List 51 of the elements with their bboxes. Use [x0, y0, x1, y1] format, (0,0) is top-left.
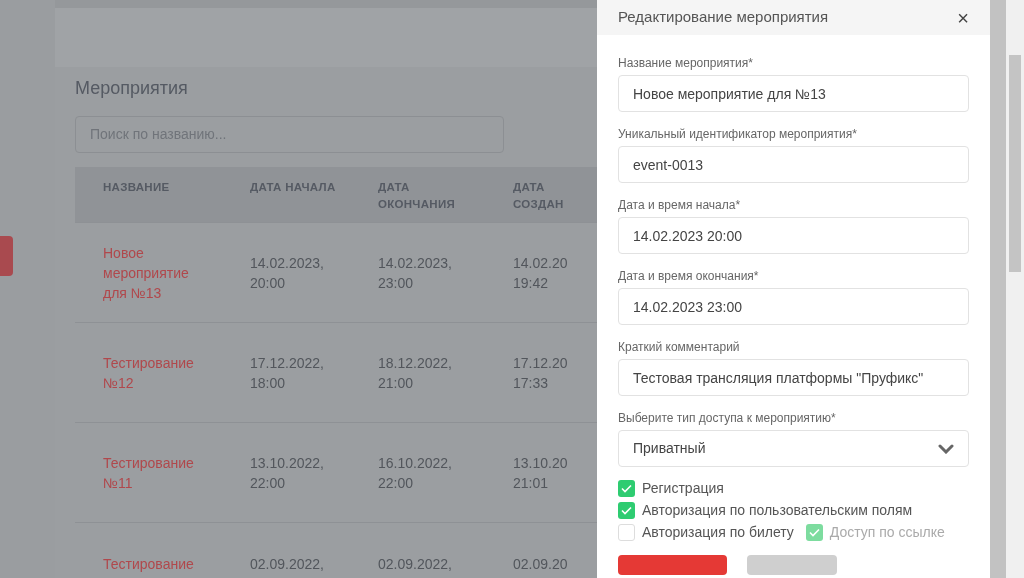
- table-cell-text: 16.10.2022, 22:00: [378, 453, 453, 493]
- column-header[interactable]: ДАТА СОЗДАН: [513, 179, 597, 222]
- table-cell-text: 02.09.2022,: [378, 555, 453, 574]
- check-icon: [621, 506, 632, 515]
- column-header[interactable]: ДАТА ОКОНЧАНИЯ: [378, 179, 513, 222]
- checkbox[interactable]: [618, 524, 635, 541]
- chevron-down-icon: [938, 443, 954, 454]
- checkbox-label: Авторизация по билету: [642, 523, 794, 542]
- checkbox[interactable]: [618, 480, 635, 497]
- field-label: Выберите тип доступа к мероприятию*: [618, 410, 837, 423]
- column-header[interactable]: ДАТА НАЧАЛА: [250, 179, 378, 222]
- checkbox[interactable]: [618, 502, 635, 519]
- input-field[interactable]: 14.02.2023 20:00: [618, 217, 969, 254]
- checkbox-label: Авторизация по пользовательским полям: [642, 501, 913, 520]
- scrollbar[interactable]: [990, 0, 1006, 578]
- table-cell-text: 14.02.2023, 20:00: [250, 253, 325, 293]
- table-cell-text: 14.02.20 19:42: [513, 253, 569, 293]
- select-field[interactable]: Приватный: [618, 430, 969, 467]
- field-label: Уникальный идентификатор мероприятия*: [618, 126, 858, 139]
- table-cell-text: 02.09.20: [513, 555, 569, 574]
- close-button[interactable]: ×: [957, 7, 969, 28]
- sidebar-tab[interactable]: [0, 236, 13, 276]
- event-link[interactable]: Тестирование №12: [75, 352, 250, 393]
- modal-title: Редактирование мероприятия: [618, 7, 829, 28]
- check-icon: [808, 528, 820, 537]
- input-field[interactable]: Новое мероприятие для №13: [618, 75, 969, 112]
- field-label: Название мероприятия*: [618, 55, 754, 68]
- input-field[interactable]: event-0013: [618, 146, 969, 183]
- event-link[interactable]: Новое мероприятие для №13: [75, 242, 250, 303]
- field-label: Дата и время окончания*: [618, 268, 760, 281]
- page-title: Мероприятия: [75, 77, 189, 99]
- field-label: Краткий комментарий: [618, 339, 741, 352]
- table-cell-text: 13.10.20 21:01: [513, 453, 569, 493]
- scrollbar-thumb[interactable]: [1009, 55, 1021, 272]
- checkbox-label: Регистрация: [642, 479, 724, 498]
- primary-button[interactable]: [618, 555, 727, 575]
- secondary-button[interactable]: [747, 555, 837, 575]
- check-icon: [621, 484, 632, 493]
- event-link[interactable]: Тестирование: [75, 554, 250, 574]
- table-cell-text: 14.02.2023, 23:00: [378, 253, 453, 293]
- table-cell-text: 18.12.2022, 21:00: [378, 353, 453, 393]
- table-cell-text: 02.09.2022,: [250, 555, 325, 574]
- field-label: Дата и время начала*: [618, 197, 742, 210]
- event-link[interactable]: Тестирование №11: [75, 452, 250, 493]
- table-cell-text: 17.12.20 17:33: [513, 353, 569, 393]
- table-cell-text: 13.10.2022, 22:00: [250, 453, 325, 493]
- column-header[interactable]: НАЗВАНИЕ: [75, 179, 250, 222]
- table-cell-text: 17.12.2022, 18:00: [250, 353, 325, 393]
- input-field[interactable]: 14.02.2023 23:00: [618, 288, 969, 325]
- input-field[interactable]: Тестовая трансляция платформы "Пруфикс": [618, 359, 969, 396]
- checkbox-label: Доступ по ссылке: [829, 523, 945, 542]
